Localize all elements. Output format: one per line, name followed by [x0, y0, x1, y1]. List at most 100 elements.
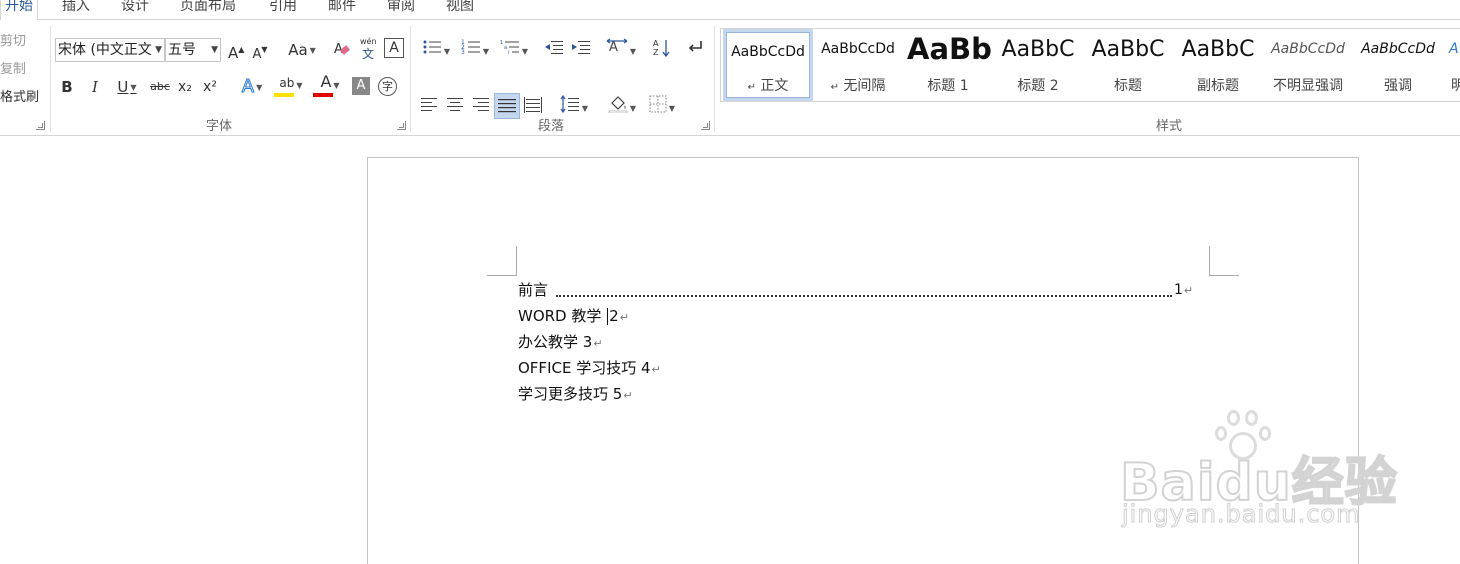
ribbon-tabs: 开始 插入 设计 页面布局 引用 邮件 审阅 视图: [0, 0, 1460, 21]
character-border-icon: A: [389, 40, 399, 56]
align-center-button[interactable]: [446, 96, 464, 118]
tab-layout[interactable]: 页面布局: [180, 0, 236, 20]
tab-mailings[interactable]: 邮件: [328, 0, 356, 20]
document-line[interactable]: 办公教学 3↵: [518, 332, 603, 354]
style-sample: AaBbCcDd: [731, 44, 805, 60]
style-intense-emphasis[interactable]: A 明: [1443, 29, 1460, 101]
bullets-button[interactable]: ▼: [418, 38, 454, 60]
chevron-down-icon: ▼: [581, 103, 589, 113]
show-marks-button[interactable]: [684, 38, 706, 60]
style-heading-2[interactable]: AaBbC 标题 2: [993, 29, 1083, 101]
style-normal[interactable]: AaBbCcDd ↵ 正文: [723, 29, 813, 101]
superscript-button[interactable]: x²: [201, 76, 219, 98]
justify-icon: [498, 99, 516, 113]
toc-entry-page: 1↵: [1174, 282, 1194, 298]
increase-indent-icon: [572, 41, 590, 54]
paragraph-group-label: 段落: [538, 119, 565, 134]
decrease-indent-button[interactable]: [543, 38, 565, 60]
eraser-icon: A: [334, 42, 350, 57]
svg-text:i: i: [508, 50, 509, 56]
sort-button[interactable]: AZ: [651, 38, 673, 60]
underline-button[interactable]: U ▼: [110, 76, 144, 98]
numbering-icon: 123: [461, 39, 480, 56]
styles-gallery: AaBbCcDd ↵ 正文 AaBbCcDd ↵ 无间隔 AaBb 标题 1 A…: [720, 28, 1460, 102]
tab-references[interactable]: 引用: [269, 0, 297, 20]
underline-label: U: [117, 78, 129, 96]
subscript-button[interactable]: x₂: [176, 76, 194, 98]
style-sample: A: [1449, 41, 1459, 57]
increase-indent-button[interactable]: [570, 38, 592, 60]
tab-insert[interactable]: 插入: [62, 0, 90, 20]
style-name: ↵ 正文: [747, 78, 789, 94]
chevron-down-icon: ▼: [211, 45, 218, 55]
text-effects-button[interactable]: A ▼: [236, 76, 268, 98]
style-sample: AaBbC: [1091, 37, 1165, 62]
highlight-color-swatch: [274, 93, 294, 97]
bold-button[interactable]: B: [58, 76, 76, 98]
bullets-icon: [423, 40, 441, 54]
document-line[interactable]: 学习更多技巧 5↵: [518, 384, 633, 406]
crop-mark-top-left: [487, 246, 517, 276]
style-subtitle[interactable]: AaBbC 副标题: [1173, 29, 1263, 101]
font-color-swatch: [313, 93, 333, 97]
style-name: 不明显强调: [1273, 78, 1343, 94]
document-line[interactable]: WORD 教学 2↵: [518, 306, 629, 328]
style-subtle-emphasis[interactable]: AaBbCcDd 不明显强调: [1263, 29, 1353, 101]
tab-review[interactable]: 审阅: [387, 0, 415, 20]
clear-formatting-button[interactable]: A: [333, 39, 351, 61]
shrink-font-button[interactable]: A▼: [252, 39, 268, 62]
clipboard-dialog-launcher-icon[interactable]: [36, 121, 45, 130]
format-painter-button[interactable]: 格式刷: [0, 86, 39, 105]
style-sample: AaBbC: [1001, 37, 1075, 62]
style-heading-1[interactable]: AaBb 标题 1: [903, 29, 993, 101]
asian-layout-button[interactable]: A ▼: [605, 38, 637, 60]
italic-button[interactable]: I: [86, 76, 104, 98]
numbering-button[interactable]: 123 ▼: [457, 38, 493, 60]
chevron-down-icon: ▼: [130, 82, 137, 92]
font-name-combo[interactable]: 宋体 (中文正文 ▼: [55, 38, 165, 62]
font-color-button[interactable]: A ▼: [312, 72, 348, 97]
tab-design[interactable]: 设计: [121, 0, 149, 20]
strikethrough-button[interactable]: abc: [148, 76, 172, 98]
tab-view[interactable]: 视图: [446, 0, 474, 20]
multilevel-list-icon: 1ai: [500, 40, 519, 56]
borders-button[interactable]: ▼: [644, 95, 680, 117]
group-divider: [410, 26, 411, 132]
tab-home[interactable]: 开始: [0, 0, 38, 21]
change-case-button[interactable]: Aa ▼: [286, 39, 318, 61]
multilevel-list-button[interactable]: 1ai ▼: [496, 38, 532, 60]
highlight-button[interactable]: ab ▼: [273, 74, 309, 97]
style-emphasis[interactable]: AaBbCcDd 强调: [1353, 29, 1443, 101]
character-shading-button[interactable]: A: [352, 77, 370, 95]
justify-button[interactable]: [494, 93, 520, 119]
style-sample: AaBbC: [1181, 37, 1255, 62]
highlight-icon: ab: [279, 76, 295, 90]
font-group-label: 字体: [206, 119, 233, 134]
align-right-button[interactable]: [472, 96, 490, 118]
document-line[interactable]: OFFICE 学习技巧 4↵: [518, 358, 661, 380]
chevron-down-icon: ▼: [309, 45, 316, 55]
style-sample: AaBbCcDd: [821, 41, 895, 57]
toc-entry-title: 前言: [518, 281, 549, 299]
crop-mark-top-right: [1209, 246, 1239, 276]
font-dialog-launcher-icon[interactable]: [397, 121, 406, 130]
align-left-button[interactable]: [420, 96, 438, 118]
cut-button[interactable]: 剪切: [0, 30, 26, 49]
style-no-spacing[interactable]: AaBbCcDd ↵ 无间隔: [813, 29, 903, 101]
copy-button[interactable]: 复制: [0, 58, 26, 77]
grow-font-button[interactable]: A▲: [228, 39, 244, 62]
asian-layout-icon: A: [606, 38, 628, 55]
chevron-down-icon: ▼: [256, 82, 263, 92]
enclose-characters-button[interactable]: 字: [378, 77, 397, 96]
line-spacing-button[interactable]: ▼: [556, 94, 592, 117]
phonetic-guide-button[interactable]: wén 文: [360, 36, 377, 60]
font-size-combo[interactable]: 五号 ▼: [165, 38, 221, 62]
borders-icon: [649, 95, 667, 113]
text-effects-icon: A: [241, 76, 255, 98]
toc-entry[interactable]: 前言: [518, 280, 548, 300]
shading-button[interactable]: ▼: [604, 95, 640, 117]
character-border-button[interactable]: A: [384, 38, 404, 58]
toc-dot-leader: [556, 295, 1172, 297]
style-title[interactable]: AaBbC 标题: [1083, 29, 1173, 101]
paragraph-dialog-launcher-icon[interactable]: [701, 121, 710, 130]
